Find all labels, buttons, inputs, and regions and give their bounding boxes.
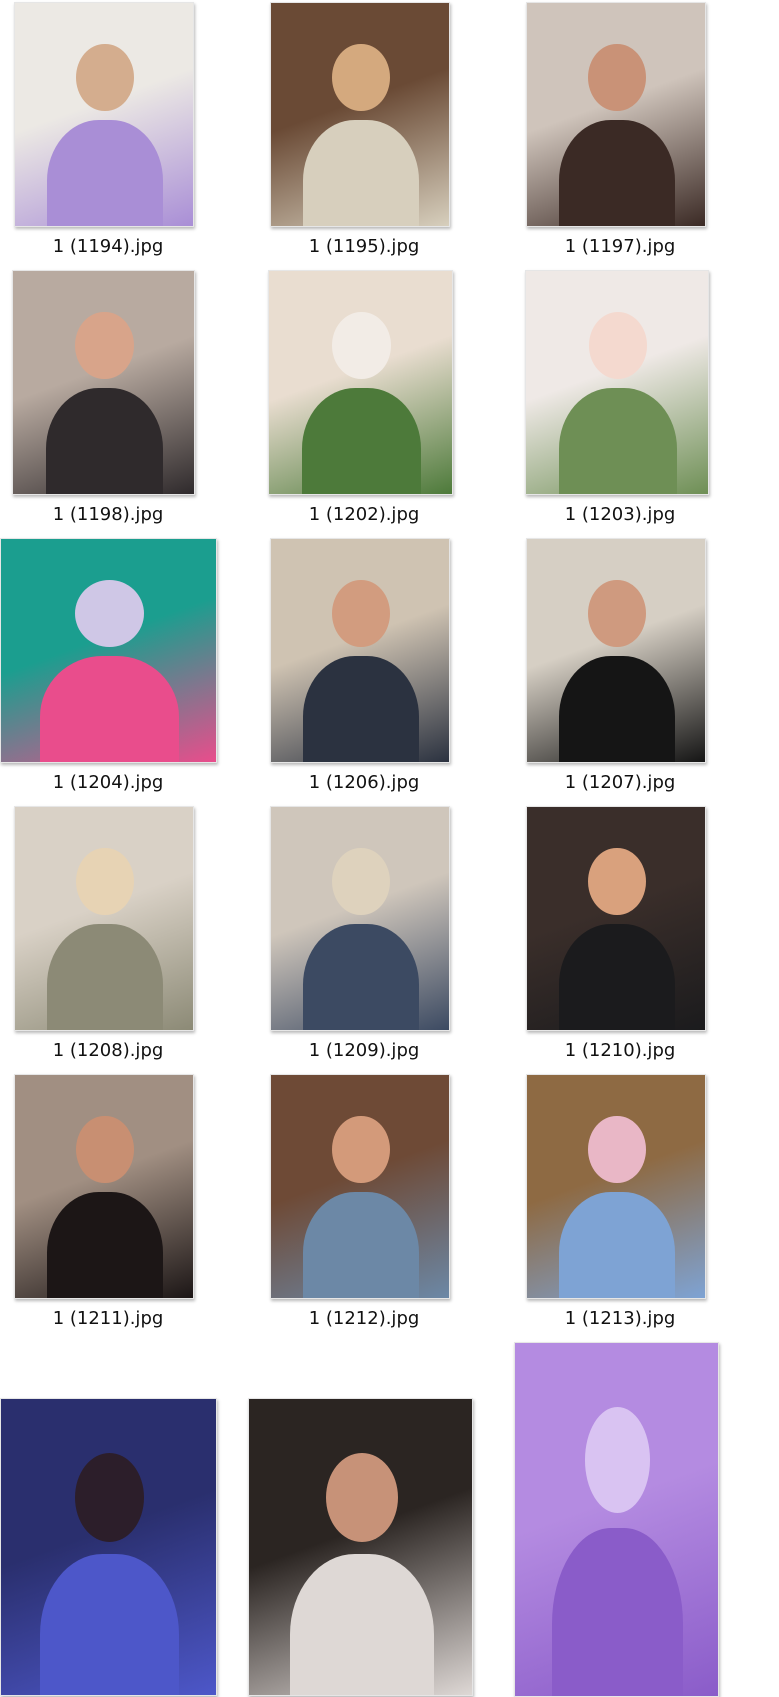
photo-highlight [331,311,392,379]
file-name-label: 1 (1195).jpg [308,236,420,257]
image-thumbnail[interactable] [526,2,706,227]
photo-highlight [588,43,646,111]
photo-subject [40,1553,179,1695]
photo-highlight [76,847,134,915]
file-name-label: 1 (1212).jpg [308,1308,420,1329]
image-thumbnail[interactable] [270,538,450,763]
photo-highlight [74,579,145,647]
photo-highlight [332,1115,390,1183]
file-explorer-thumbnail-grid: { "files": [ {"name": "1 (1194).jpg", "c… [0,0,779,1697]
file-name-label: 1 (1210).jpg [564,1040,676,1061]
photo-subject [559,388,677,494]
file-name-label: 1 (1204).jpg [52,772,164,793]
photo-subject [559,656,675,762]
image-thumbnail[interactable] [0,538,217,763]
photo-subject [559,1192,675,1298]
photo-highlight [588,311,648,379]
photo-subject [303,1192,419,1298]
file-name-label: 1 (1197).jpg [564,236,676,257]
photo-subject [302,388,421,494]
photo-highlight [332,43,390,111]
image-thumbnail[interactable] [270,2,450,227]
image-thumbnail[interactable] [268,270,453,495]
image-thumbnail[interactable] [14,806,194,1031]
file-name-label: 1 (1207).jpg [564,772,676,793]
file-name-label: 1 (1198).jpg [52,504,164,525]
image-thumbnail[interactable] [270,1074,450,1299]
photo-subject [47,120,163,226]
photo-highlight [332,847,390,915]
photo-subject [559,924,675,1030]
image-thumbnail[interactable] [14,1074,194,1299]
photo-subject [303,656,419,762]
photo-highlight [588,1115,646,1183]
photo-highlight [74,1452,145,1543]
photo-subject [303,120,419,226]
photo-highlight [332,579,390,647]
photo-highlight [76,43,134,111]
image-thumbnail[interactable] [525,270,709,495]
photo-subject [551,1527,684,1696]
photo-subject [559,120,675,226]
image-thumbnail[interactable] [0,1398,217,1696]
image-thumbnail[interactable] [514,1342,719,1697]
photo-subject [40,656,179,762]
photo-highlight [588,579,646,647]
file-name-label: 1 (1209).jpg [308,1040,420,1061]
photo-highlight [75,311,134,379]
photo-highlight [76,1115,134,1183]
photo-highlight [588,847,646,915]
file-name-label: 1 (1203).jpg [564,504,676,525]
photo-subject [45,388,164,494]
file-name-label: 1 (1211).jpg [52,1308,164,1329]
image-thumbnail[interactable] [270,806,450,1031]
image-thumbnail[interactable] [12,270,195,495]
file-name-label: 1 (1202).jpg [308,504,420,525]
photo-subject [289,1553,434,1695]
file-name-label: 1 (1206).jpg [308,772,420,793]
image-thumbnail[interactable] [526,806,706,1031]
photo-subject [47,924,163,1030]
file-name-label: 1 (1213).jpg [564,1308,676,1329]
photo-highlight [584,1406,651,1514]
file-name-label: 1 (1208).jpg [52,1040,164,1061]
image-thumbnail[interactable] [248,1398,473,1696]
image-thumbnail[interactable] [526,1074,706,1299]
photo-subject [303,924,419,1030]
image-thumbnail[interactable] [14,2,194,227]
image-thumbnail[interactable] [526,538,706,763]
photo-subject [47,1192,163,1298]
file-name-label: 1 (1194).jpg [52,236,164,257]
photo-highlight [325,1452,398,1543]
